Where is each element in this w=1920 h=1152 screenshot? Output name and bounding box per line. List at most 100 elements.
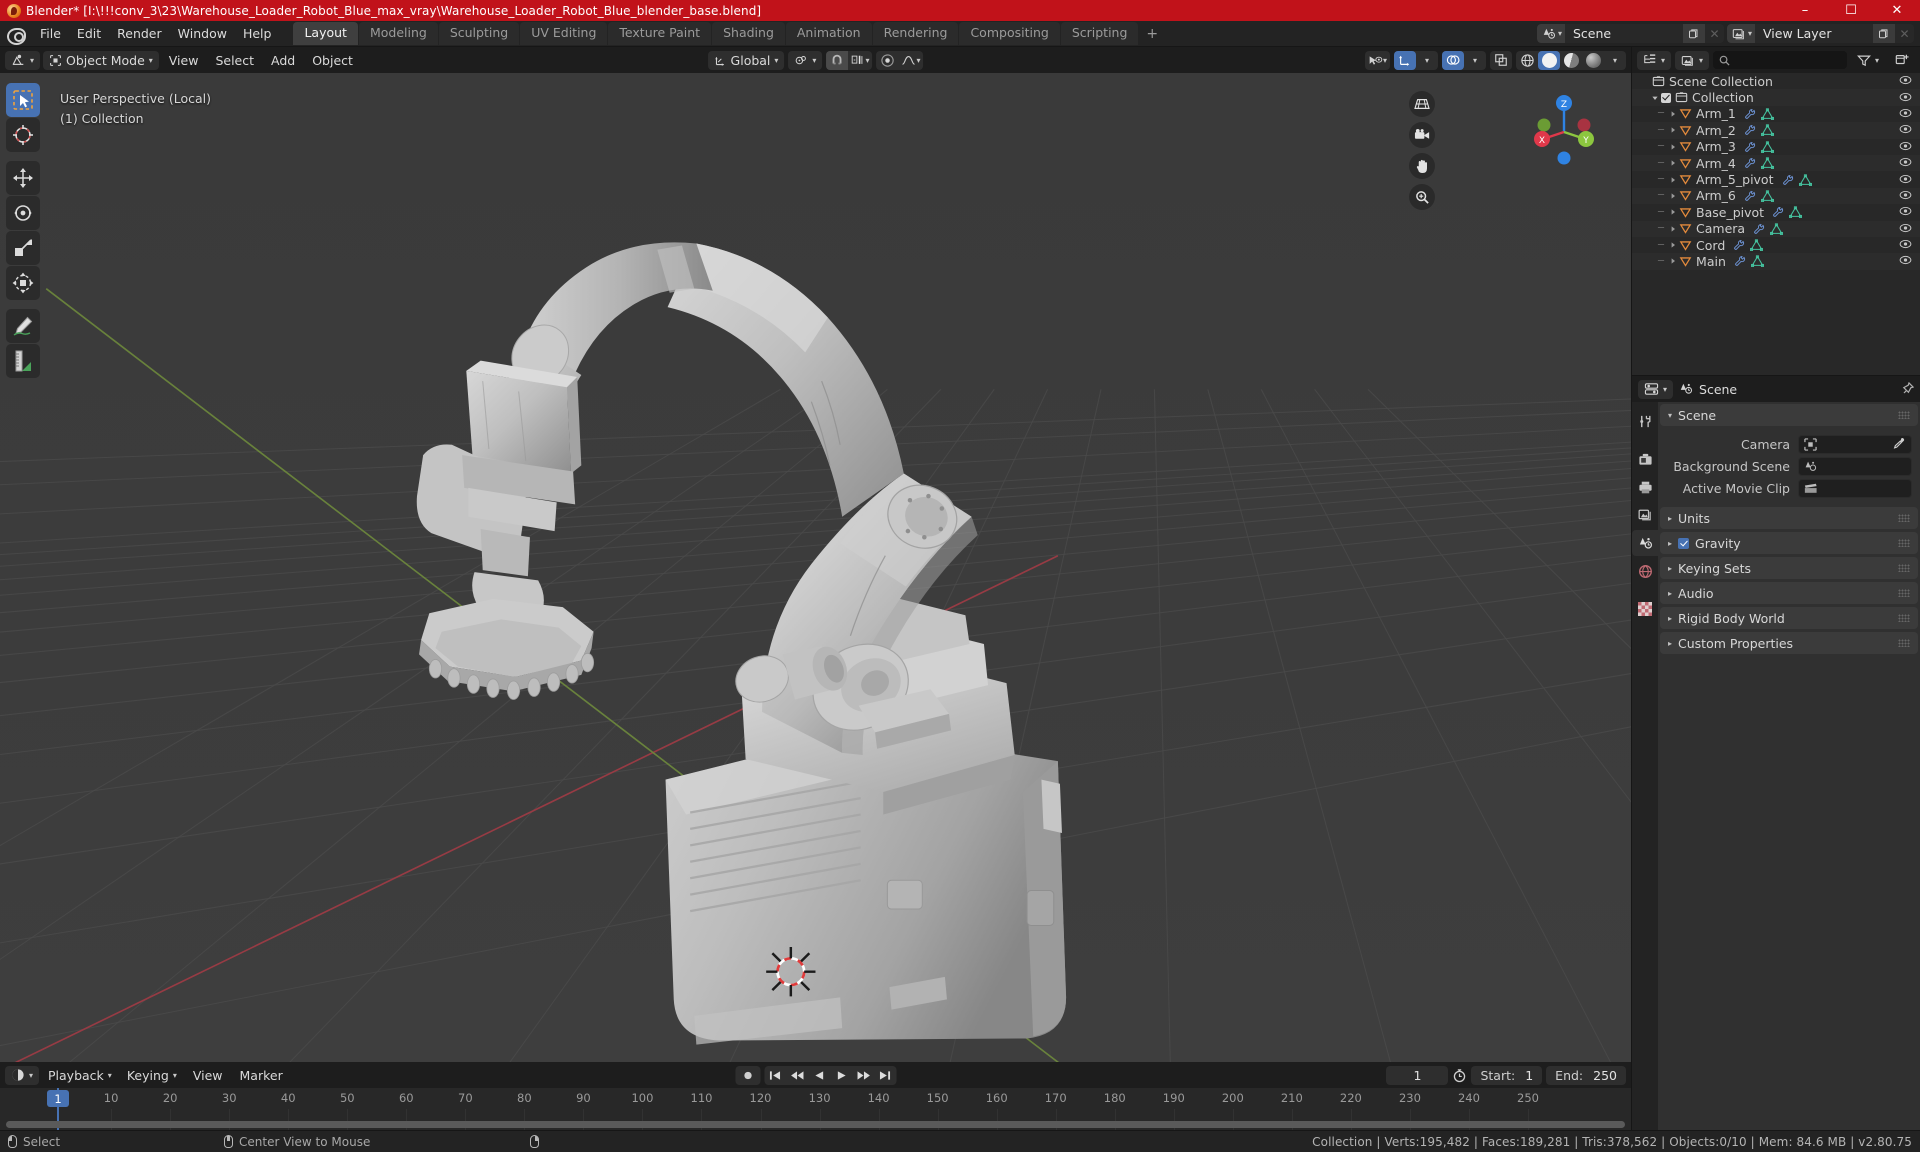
play-button[interactable] [830,1066,852,1085]
outliner-visibility-toggle[interactable] [1899,172,1912,187]
jump-to-start-button[interactable] [764,1066,786,1085]
viewport-menu-add[interactable]: Add [264,51,302,70]
camera-field-input[interactable] [1798,434,1912,454]
disclosure-triangle[interactable] [1666,241,1679,249]
menu-window[interactable]: Window [170,24,235,43]
outliner-row-scene-collection[interactable]: Scene Collection [1632,73,1920,89]
editor-type-button[interactable]: ▾ [5,50,41,70]
disclosure-triangle[interactable] [1666,126,1679,134]
disclosure-triangle[interactable] [1666,208,1679,216]
outliner-row[interactable]: ─ Arm_6 [1632,187,1920,205]
chevron-right-icon[interactable] [1669,208,1677,216]
chevron-right-icon[interactable] [1669,257,1677,265]
chevron-right-icon[interactable] [1669,143,1677,151]
outliner-visibility-toggle[interactable] [1899,221,1912,236]
gizmo-options-button[interactable]: ▾ [1416,51,1438,70]
outliner-editor-type-button[interactable]: ▾ [1637,50,1672,70]
show-overlays-button[interactable] [1442,50,1464,70]
properties-tab-scene[interactable] [1632,530,1658,556]
workspace-tab-sculpting[interactable]: Sculpting [438,22,520,45]
timeline-scrubber[interactable]: 10 20 30 40 50 60 70 80 90 100 110 120 130 140 150 160 1… [0,1088,1631,1130]
scene-unlink-button[interactable]: ✕ [1704,24,1724,43]
outliner-visibility-toggle[interactable] [1899,123,1912,138]
disclosure-triangle[interactable] [1666,110,1679,118]
properties-panel-rigid-body-world[interactable]: ▸ Rigid Body World [1660,607,1918,629]
outliner-search-input[interactable] [1713,51,1847,69]
disclosure-triangle[interactable] [1666,192,1679,200]
rendered-shading-button[interactable] [1582,51,1604,70]
outliner-visibility-toggle[interactable] [1899,238,1912,253]
outliner-row[interactable]: ─ Arm_5_pivot [1632,171,1920,187]
outliner-row[interactable]: ─ Arm_2 [1632,122,1920,139]
outliner-row[interactable]: ─ Main [1632,253,1920,270]
chevron-right-icon[interactable] [1669,176,1677,184]
workspace-tab-layout[interactable]: Layout [293,22,358,45]
outliner-row[interactable]: ─ Arm_3 [1632,139,1920,155]
workspace-tab-texture-paint[interactable]: Texture Paint [608,22,712,45]
rotate-tool[interactable] [6,196,40,230]
properties-editor-type-button[interactable]: ▾ [1638,379,1674,399]
properties-tab-texture[interactable] [1632,596,1658,622]
chevron-right-icon[interactable] [1669,225,1677,233]
outliner-new-collection-button[interactable] [1889,51,1915,70]
snap-target-selector[interactable]: ▾ [848,51,872,70]
properties-tab-render[interactable] [1632,446,1658,472]
view-layer-browse-button[interactable]: ▾ [1726,24,1755,43]
move-tool[interactable] [6,161,40,195]
outliner-visibility-toggle[interactable] [1899,90,1912,105]
scene-new-button[interactable] [1682,24,1705,43]
transform-tool[interactable] [6,266,40,300]
workspace-tab-modeling[interactable]: Modeling [358,22,438,45]
outliner-visibility-toggle[interactable] [1899,188,1912,203]
proportional-falloff-selector[interactable]: ▾ [898,51,923,70]
navigation-gizmo[interactable]: Z X Y [1519,87,1609,177]
next-keyframe-button[interactable] [852,1066,874,1085]
annotate-tool[interactable] [6,309,40,343]
chevron-right-icon[interactable] [1669,241,1677,249]
close-button[interactable]: ✕ [1874,0,1920,21]
collection-checkbox[interactable] [1661,92,1671,103]
scale-tool[interactable] [6,231,40,265]
properties-panel-audio[interactable]: ▸ Audio [1660,582,1918,604]
snap-toggle-button[interactable] [826,50,849,70]
viewport-menu-view[interactable]: View [162,51,206,70]
workspace-tab-uv-editing[interactable]: UV Editing [520,22,608,45]
zoom-view-icon[interactable] [1409,184,1435,210]
outliner-visibility-toggle[interactable] [1899,254,1912,269]
visibility-eye-icon[interactable] [1899,124,1912,135]
visibility-eye-icon[interactable] [1899,222,1912,233]
current-frame-field[interactable]: 1 [1386,1065,1449,1085]
workspace-tab-rendering[interactable]: Rendering [872,22,959,45]
visibility-eye-icon[interactable] [1899,189,1912,200]
disclosure-triangle[interactable] [1666,225,1679,233]
background-scene-input[interactable] [1798,456,1912,476]
transform-orientation-selector[interactable]: Global ▾ [707,50,785,70]
outliner-row[interactable]: ─ Cord [1632,237,1920,253]
timeline-editor-type-button[interactable]: ▾ [5,1065,40,1085]
workspace-tab-compositing[interactable]: Compositing [959,22,1060,45]
outliner-visibility-toggle[interactable] [1899,139,1912,154]
disclosure-triangle[interactable] [1666,257,1679,265]
menu-file[interactable]: File [32,24,69,43]
overlay-options-button[interactable]: ▾ [1464,51,1486,70]
wireframe-shading-button[interactable] [1516,51,1538,70]
outliner-filter-button[interactable]: ▾ [1851,51,1885,70]
disclosure-triangle[interactable] [1648,94,1661,102]
workspace-tab-animation[interactable]: Animation [785,22,872,45]
visibility-eye-icon[interactable] [1899,239,1912,250]
toggle-xray-button[interactable] [1490,51,1512,70]
end-frame-field[interactable]: End: 250 [1546,1065,1626,1085]
measure-tool[interactable] [6,344,40,378]
menu-edit[interactable]: Edit [69,24,109,43]
visibility-eye-icon[interactable] [1899,91,1912,102]
camera-view-icon[interactable] [1409,122,1435,148]
outliner-display-mode-button[interactable]: ▾ [1675,50,1710,70]
chevron-down-icon[interactable] [1651,94,1659,102]
interaction-mode-selector[interactable]: Object Mode ▾ [43,50,159,70]
visibility-eye-icon[interactable] [1899,107,1912,118]
disclosure-triangle[interactable] [1666,176,1679,184]
add-workspace-button[interactable]: + [1139,23,1165,45]
properties-panel-gravity[interactable]: ▸ Gravity [1660,532,1918,554]
menu-render[interactable]: Render [109,24,170,43]
panel-checkbox[interactable] [1678,537,1690,549]
